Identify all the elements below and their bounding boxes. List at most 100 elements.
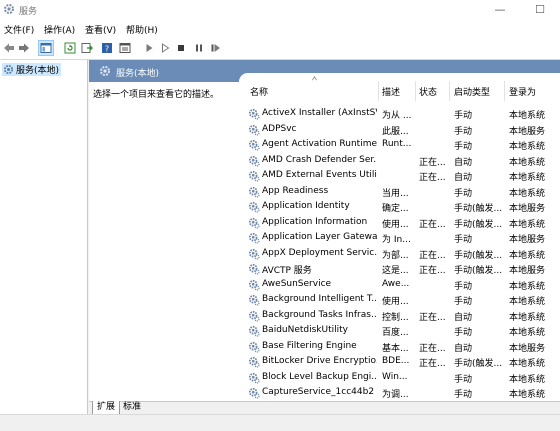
table-row[interactable]: ActiveX Installer (AxInstSV) 为从 ... 手动 本地系统 xyxy=(239,107,560,123)
restart-icon[interactable] xyxy=(208,41,222,55)
service-name: AppX Deployment Servic... xyxy=(262,247,377,258)
service-startup-type: 手动(触发... xyxy=(454,266,503,276)
service-gear-icon xyxy=(248,217,260,229)
service-log-on-as: 本地服务 xyxy=(509,343,546,354)
service-name: BaiduNetdiskUtility xyxy=(262,325,348,335)
service-description: 为从 ... xyxy=(382,111,412,121)
service-name: Background Intelligent T... xyxy=(262,294,377,304)
service-status: 正在... xyxy=(419,250,446,261)
play-outline-icon[interactable] xyxy=(158,41,172,55)
column-divider[interactable] xyxy=(449,81,450,101)
services-gear-icon xyxy=(100,66,110,76)
table-row[interactable]: AVCTP 服务 这是... 正在... 手动(触发... 本地服务 xyxy=(239,262,560,278)
table-row[interactable]: BitLocker Drive Encryptio... BDE... 正在... 手… xyxy=(239,355,560,371)
service-gear-icon xyxy=(248,186,260,198)
table-row[interactable]: Block Level Backup Engi... Win... 手动 本地系统 xyxy=(239,371,560,387)
service-log-on-as: 本地系统 xyxy=(509,281,546,292)
service-status: 正在... xyxy=(419,359,446,369)
table-row[interactable]: Application Information 使用... 正在... 手动(触发..… xyxy=(239,216,560,232)
back-arrow-icon[interactable] xyxy=(2,41,16,55)
console-tree-icon[interactable] xyxy=(38,40,54,56)
column-header-startup-type[interactable]: 启动类型 xyxy=(454,85,490,98)
export-list-icon[interactable] xyxy=(80,41,94,55)
column-header-name[interactable]: 名称 xyxy=(250,85,268,98)
service-log-on-as: 本地系统 xyxy=(509,312,546,323)
table-row[interactable]: Application Layer Gatewa... 为 In... 手动 本地服务 xyxy=(239,231,560,247)
service-name: Base Filtering Engine xyxy=(262,340,357,351)
column-divider[interactable] xyxy=(415,81,416,101)
service-description: Win... xyxy=(382,371,408,382)
service-startup-type: 手动 xyxy=(454,188,473,199)
service-name: AweSunService xyxy=(262,278,332,289)
service-description: 基本... xyxy=(382,343,409,354)
table-row[interactable]: AppX Deployment Servic... 为部... 正在... 手动(触发… xyxy=(239,247,560,263)
service-status: 正在... xyxy=(419,173,446,183)
column-header-status[interactable]: 状态 xyxy=(419,85,437,98)
tree-node-label: 服务(本地) xyxy=(16,66,60,76)
service-log-on-as: 本地系统 xyxy=(509,328,546,338)
refresh-icon[interactable] xyxy=(63,41,77,55)
service-startup-type: 手动 xyxy=(454,111,473,121)
pause-icon[interactable] xyxy=(192,41,206,55)
title-bar: 服务 — ☐ xyxy=(0,0,560,20)
service-startup-type: 手动(触发... xyxy=(454,359,503,369)
table-row[interactable]: AMD Crash Defender Ser... 正在... 自动 本地系统 xyxy=(239,154,560,170)
menu-view[interactable]: 查看(V) xyxy=(85,23,116,36)
service-name: Block Level Backup Engi... xyxy=(262,371,377,382)
column-divider[interactable] xyxy=(378,81,379,101)
menu-file[interactable]: 文件(F) xyxy=(4,23,34,36)
service-gear-icon xyxy=(248,139,260,151)
svg-text:?: ? xyxy=(105,45,109,54)
properties-icon[interactable] xyxy=(118,41,132,55)
menu-help[interactable]: 帮助(H) xyxy=(126,23,158,36)
service-log-on-as: 本地系统 xyxy=(509,188,546,199)
service-startup-type: 手动 xyxy=(454,281,473,292)
service-description: 使用... xyxy=(382,297,409,307)
table-row[interactable]: AMD External Events Utility 正在... 自动 本地系统 xyxy=(239,169,560,185)
service-description: 控制... xyxy=(382,312,409,323)
table-row[interactable]: Application Identity 确定... 手动(触发... 本地服务 xyxy=(239,200,560,216)
service-startup-type: 手动 xyxy=(454,390,473,400)
service-gear-icon xyxy=(248,341,260,353)
column-header-description[interactable]: 描述 xyxy=(382,85,400,98)
service-gear-icon xyxy=(248,108,260,120)
stop-icon[interactable] xyxy=(174,41,188,55)
service-startup-type: 手动(触发... xyxy=(454,219,503,230)
service-log-on-as: 本地服务 xyxy=(509,204,546,214)
table-row[interactable]: Background Tasks Infras... 控制... 正在... 自动 本地… xyxy=(239,309,560,325)
service-startup-type: 手动 xyxy=(454,142,473,152)
service-gear-icon xyxy=(248,279,260,291)
table-row[interactable]: BaiduNetdiskUtility 百度... 手动 本地系统 xyxy=(239,324,560,340)
help-icon[interactable]: ? xyxy=(100,41,114,55)
service-gear-icon xyxy=(248,170,260,182)
services-panel: 服务(本地) 选择一个项目来查看它的描述。 名称 描述 状态 启动类型 登录为 … xyxy=(89,60,560,401)
table-row[interactable]: Background Intelligent T... 使用... 手动 本地系统 xyxy=(239,293,560,309)
service-startup-type: 手动(触发... xyxy=(454,204,503,214)
service-name: Application Information xyxy=(262,216,368,227)
table-row[interactable]: ADPSvc 此服... 手动 本地服务 xyxy=(239,123,560,139)
tab-standard[interactable]: 标准 xyxy=(119,401,145,414)
service-name: Background Tasks Infras... xyxy=(262,309,377,320)
table-row[interactable]: Agent Activation Runtime... Runt... 手动 本地系统 xyxy=(239,138,560,154)
maximize-button[interactable]: ☐ xyxy=(520,0,560,20)
minimize-button[interactable]: — xyxy=(480,0,520,20)
service-log-on-as: 本地系统 xyxy=(509,390,546,400)
service-name: AVCTP 服务 xyxy=(262,266,312,276)
tab-extended[interactable]: 扩展 xyxy=(92,401,121,415)
service-startup-type: 自动 xyxy=(454,157,473,168)
play-icon[interactable] xyxy=(142,41,156,55)
column-divider[interactable] xyxy=(504,81,505,101)
tree-node-local-services[interactable]: 服务(本地) xyxy=(2,63,62,76)
menu-action[interactable]: 操作(A) xyxy=(44,23,75,36)
service-status: 正在... xyxy=(419,312,446,323)
table-row[interactable]: App Readiness 当用... 手动 本地系统 xyxy=(239,185,560,201)
table-row[interactable]: Base Filtering Engine 基本... 正在... 自动 本地服务 xyxy=(239,340,560,356)
service-startup-type: 手动 xyxy=(454,126,473,137)
service-description: 为 In... xyxy=(382,235,411,245)
service-description: 使用... xyxy=(382,219,409,230)
table-row[interactable]: AweSunService Awe... 手动 本地系统 xyxy=(239,278,560,294)
table-row[interactable]: CaptureService_1cc44b2 为调... 手动 本地系统 xyxy=(239,386,560,401)
column-header-log-on-as[interactable]: 登录为 xyxy=(509,85,536,98)
column-header-row: 名称 描述 状态 启动类型 登录为 xyxy=(239,73,560,107)
forward-arrow-icon[interactable] xyxy=(17,41,31,55)
